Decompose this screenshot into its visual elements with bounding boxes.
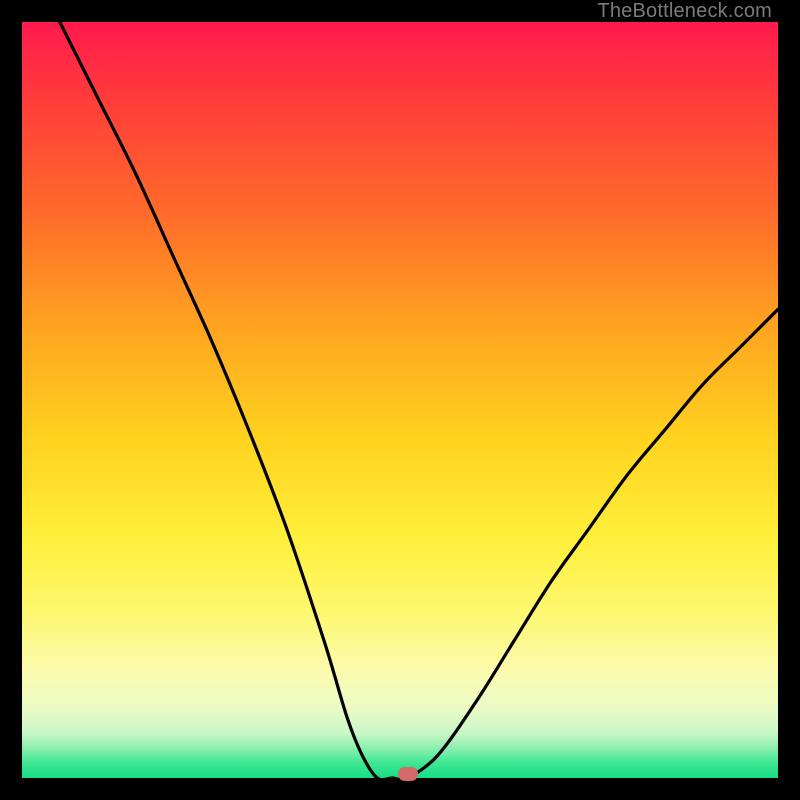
optimal-point-marker <box>398 767 418 781</box>
watermark-text: TheBottleneck.com <box>597 0 772 23</box>
chart-plot-area <box>22 22 778 778</box>
chart-frame: TheBottleneck.com <box>0 0 800 800</box>
bottleneck-curve <box>22 22 778 778</box>
